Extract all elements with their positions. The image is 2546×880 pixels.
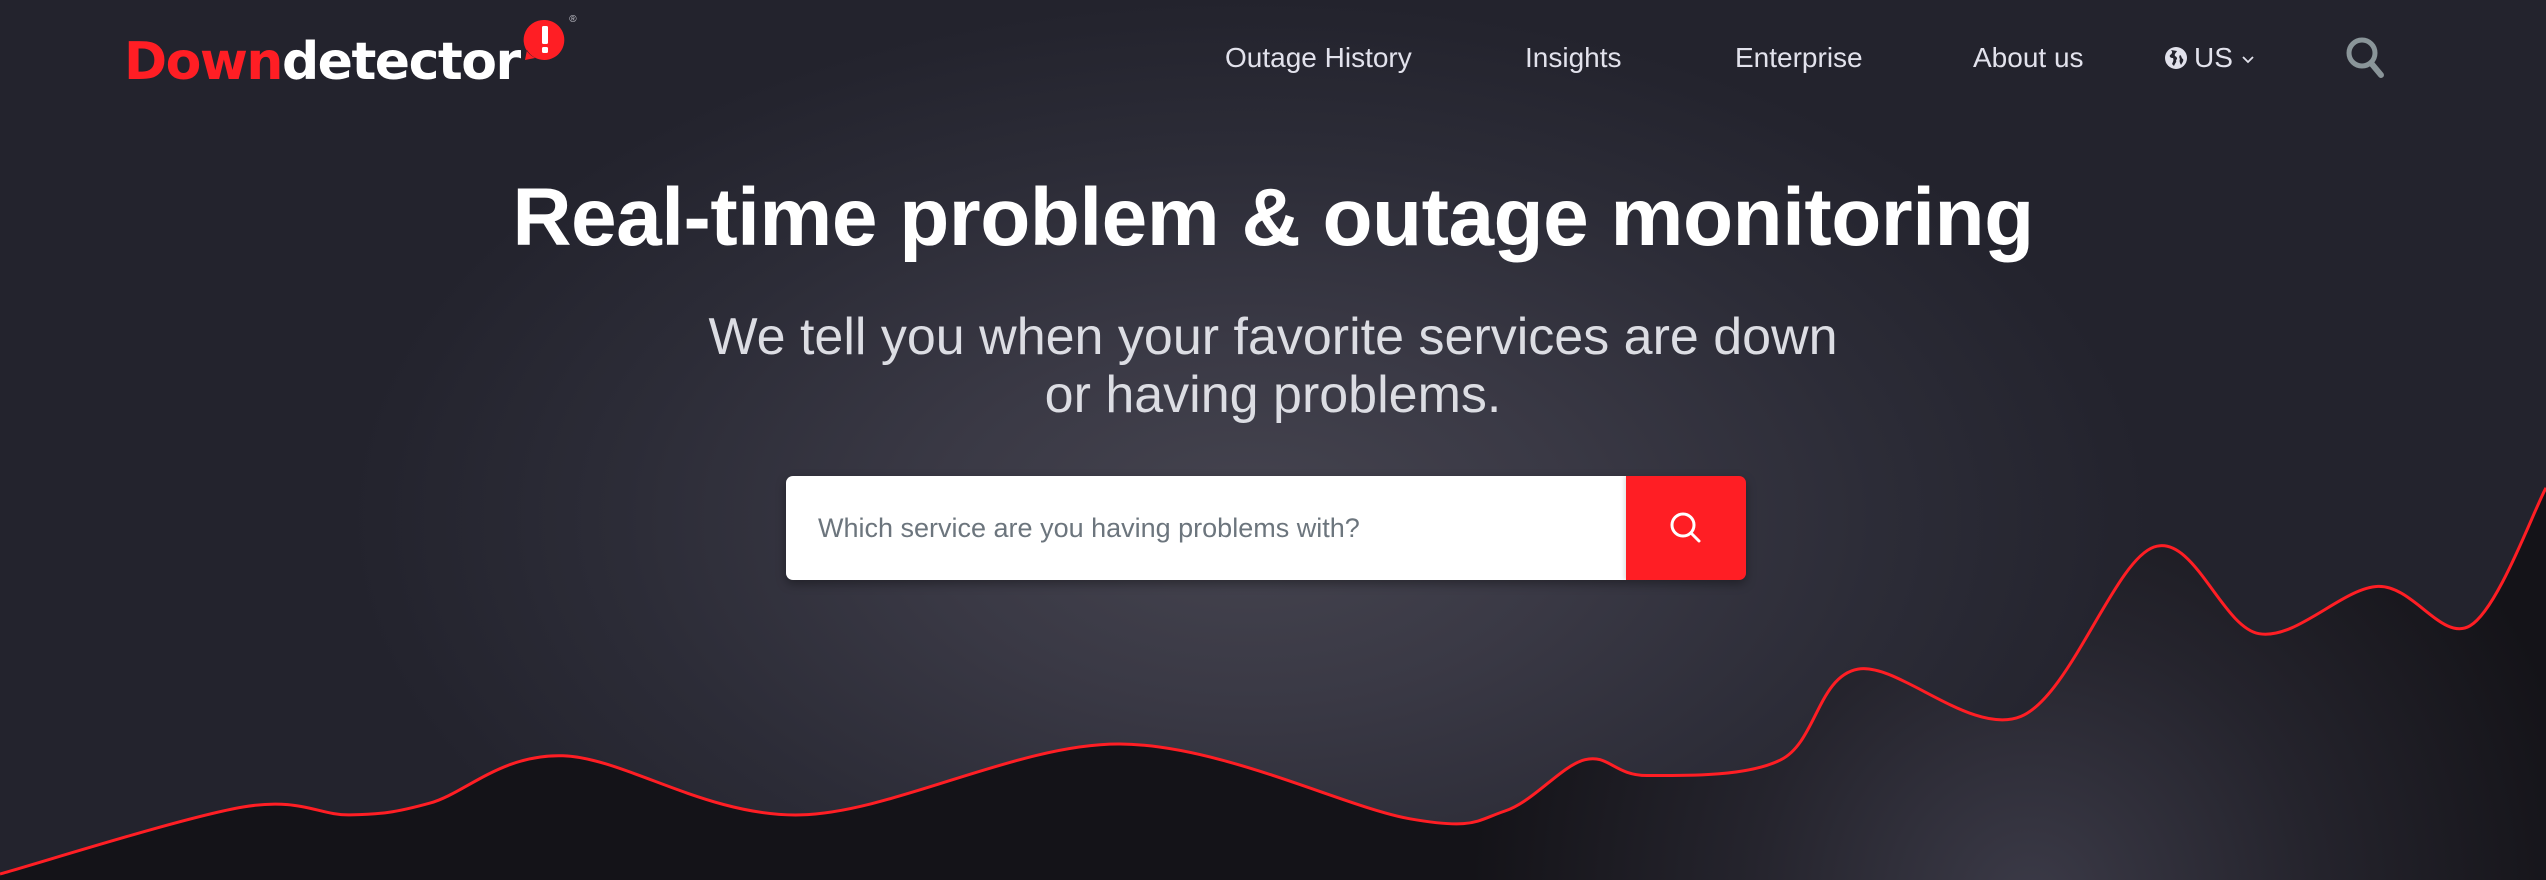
locale-label: US (2194, 42, 2233, 73)
nav-about-us[interactable]: About us (1973, 36, 2084, 80)
logo-wordmark-down: Down (124, 32, 283, 92)
downdetector-logo[interactable]: Downdetector ® (124, 14, 577, 92)
service-search-form (786, 476, 1746, 580)
nav-enterprise[interactable]: Enterprise (1735, 36, 1863, 80)
page-headline: Real-time problem & outage monitoring (512, 172, 2034, 263)
subtitle-line-2: or having problems. (1044, 366, 1502, 424)
service-search-submit-button[interactable] (1626, 476, 1746, 580)
chevron-down-icon (2242, 56, 2254, 64)
service-search-input[interactable] (786, 476, 1626, 580)
header-search-button[interactable] (2340, 32, 2392, 84)
search-icon (1670, 512, 1701, 543)
page-subtitle: We tell you when your favorite services … (0, 308, 2546, 424)
locale-selector[interactable]: US (2164, 36, 2255, 80)
hero-section: Downdetector ® Outage History Insights E… (0, 0, 2546, 880)
registered-mark: ® (569, 14, 577, 25)
outage-wave-graphic (0, 487, 2546, 880)
search-icon (2346, 37, 2384, 78)
logo-wordmark-detector: detector (281, 32, 521, 92)
alert-badge-icon: ® (523, 14, 577, 62)
nav-insights[interactable]: Insights (1525, 36, 1622, 80)
nav-outage-history[interactable]: Outage History (1225, 36, 1412, 80)
globe-icon (2165, 47, 2187, 69)
subtitle-line-1: We tell you when your favorite services … (708, 308, 1838, 366)
logo-wordmark: Downdetector (124, 36, 521, 92)
